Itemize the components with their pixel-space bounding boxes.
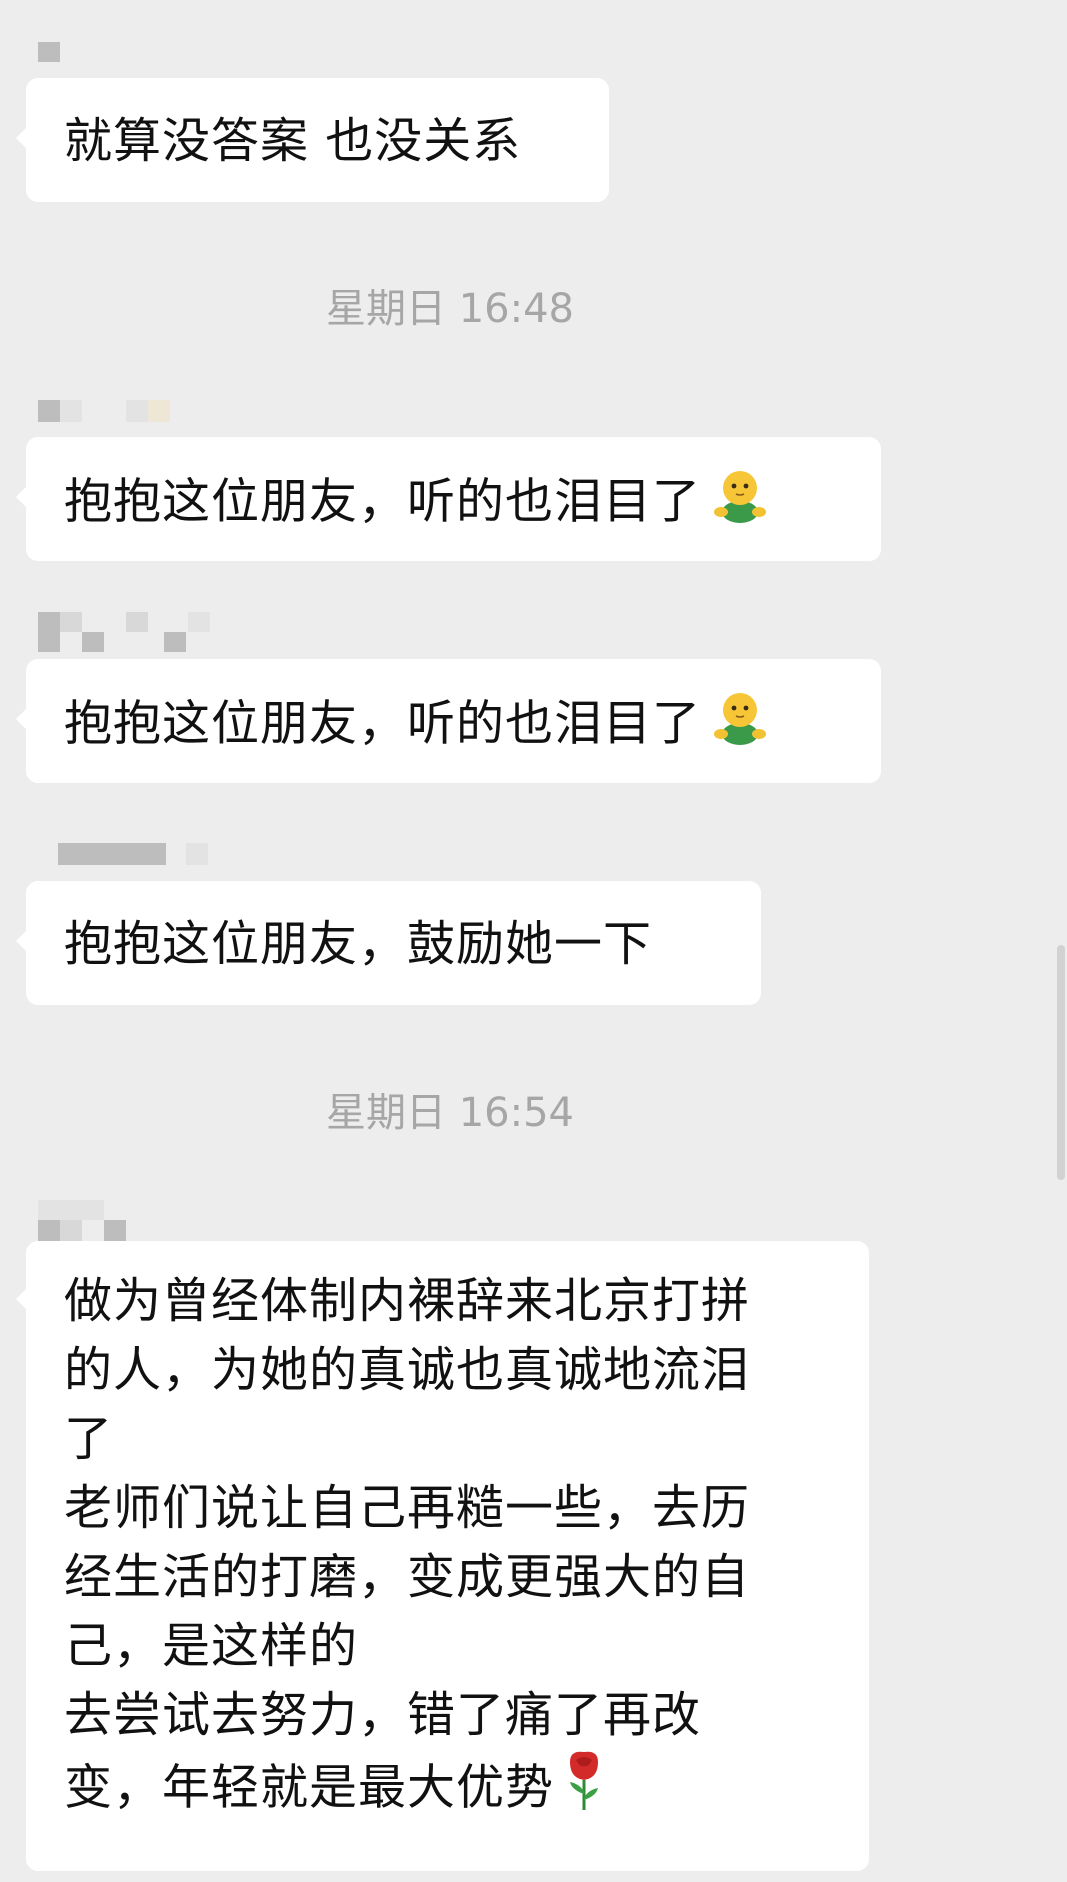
message-bubble[interactable]: 做为曾经体制内裸辞来北京打拼 的人，为她的真诚也真诚地流泪 了 老师们说让自己再… <box>16 1241 869 1871</box>
message-line: 老师们说让自己再糙一些，去历 <box>64 1480 751 1536</box>
message-line: 己，是这样的 <box>64 1618 359 1674</box>
sender-name-obscured <box>38 612 218 652</box>
message-bubble[interactable]: 抱抱这位朋友，听的也泪目了 <box>16 659 881 783</box>
sender-name-obscured <box>38 400 178 430</box>
message-line: 了 <box>64 1411 114 1467</box>
message-text: 抱抱这位朋友，鼓励她一下 <box>64 916 653 972</box>
message-text: 抱抱这位朋友，听的也泪目了 <box>64 473 702 530</box>
message-line: 做为曾经体制内裸辞来北京打拼 <box>64 1273 751 1329</box>
chat-view[interactable]: 就算没答案 也没关系 星期日 16:48 抱抱这位朋友，听的也泪目了 抱抱这位朋… <box>0 0 1067 1882</box>
message-text: 就算没答案 也没关系 <box>64 113 522 169</box>
sender-name-obscured <box>58 843 218 865</box>
scrollbar[interactable] <box>1057 945 1065 1180</box>
message-bubble[interactable]: 就算没答案 也没关系 <box>16 78 609 202</box>
hugging-figure-icon <box>709 688 771 765</box>
sender-name-obscured <box>38 1200 148 1242</box>
message-line: 经生活的打磨，变成更强大的自 <box>64 1549 751 1605</box>
timestamp: 星期日 16:54 <box>326 1090 574 1136</box>
message-bubble[interactable]: 抱抱这位朋友，听的也泪目了 <box>16 437 881 561</box>
rose-icon <box>562 1750 606 1831</box>
sender-name-obscured <box>38 42 68 72</box>
hugging-figure-icon <box>709 466 771 543</box>
message-line: 变，年轻就是最大优势 <box>64 1759 555 1816</box>
message-line: 去尝试去努力，错了痛了再改 <box>64 1687 702 1743</box>
message-line: 的人，为她的真诚也真诚地流泪 <box>64 1342 751 1398</box>
message-bubble[interactable]: 抱抱这位朋友，鼓励她一下 <box>16 881 761 1005</box>
message-text: 抱抱这位朋友，听的也泪目了 <box>64 695 702 752</box>
timestamp: 星期日 16:48 <box>326 286 574 332</box>
